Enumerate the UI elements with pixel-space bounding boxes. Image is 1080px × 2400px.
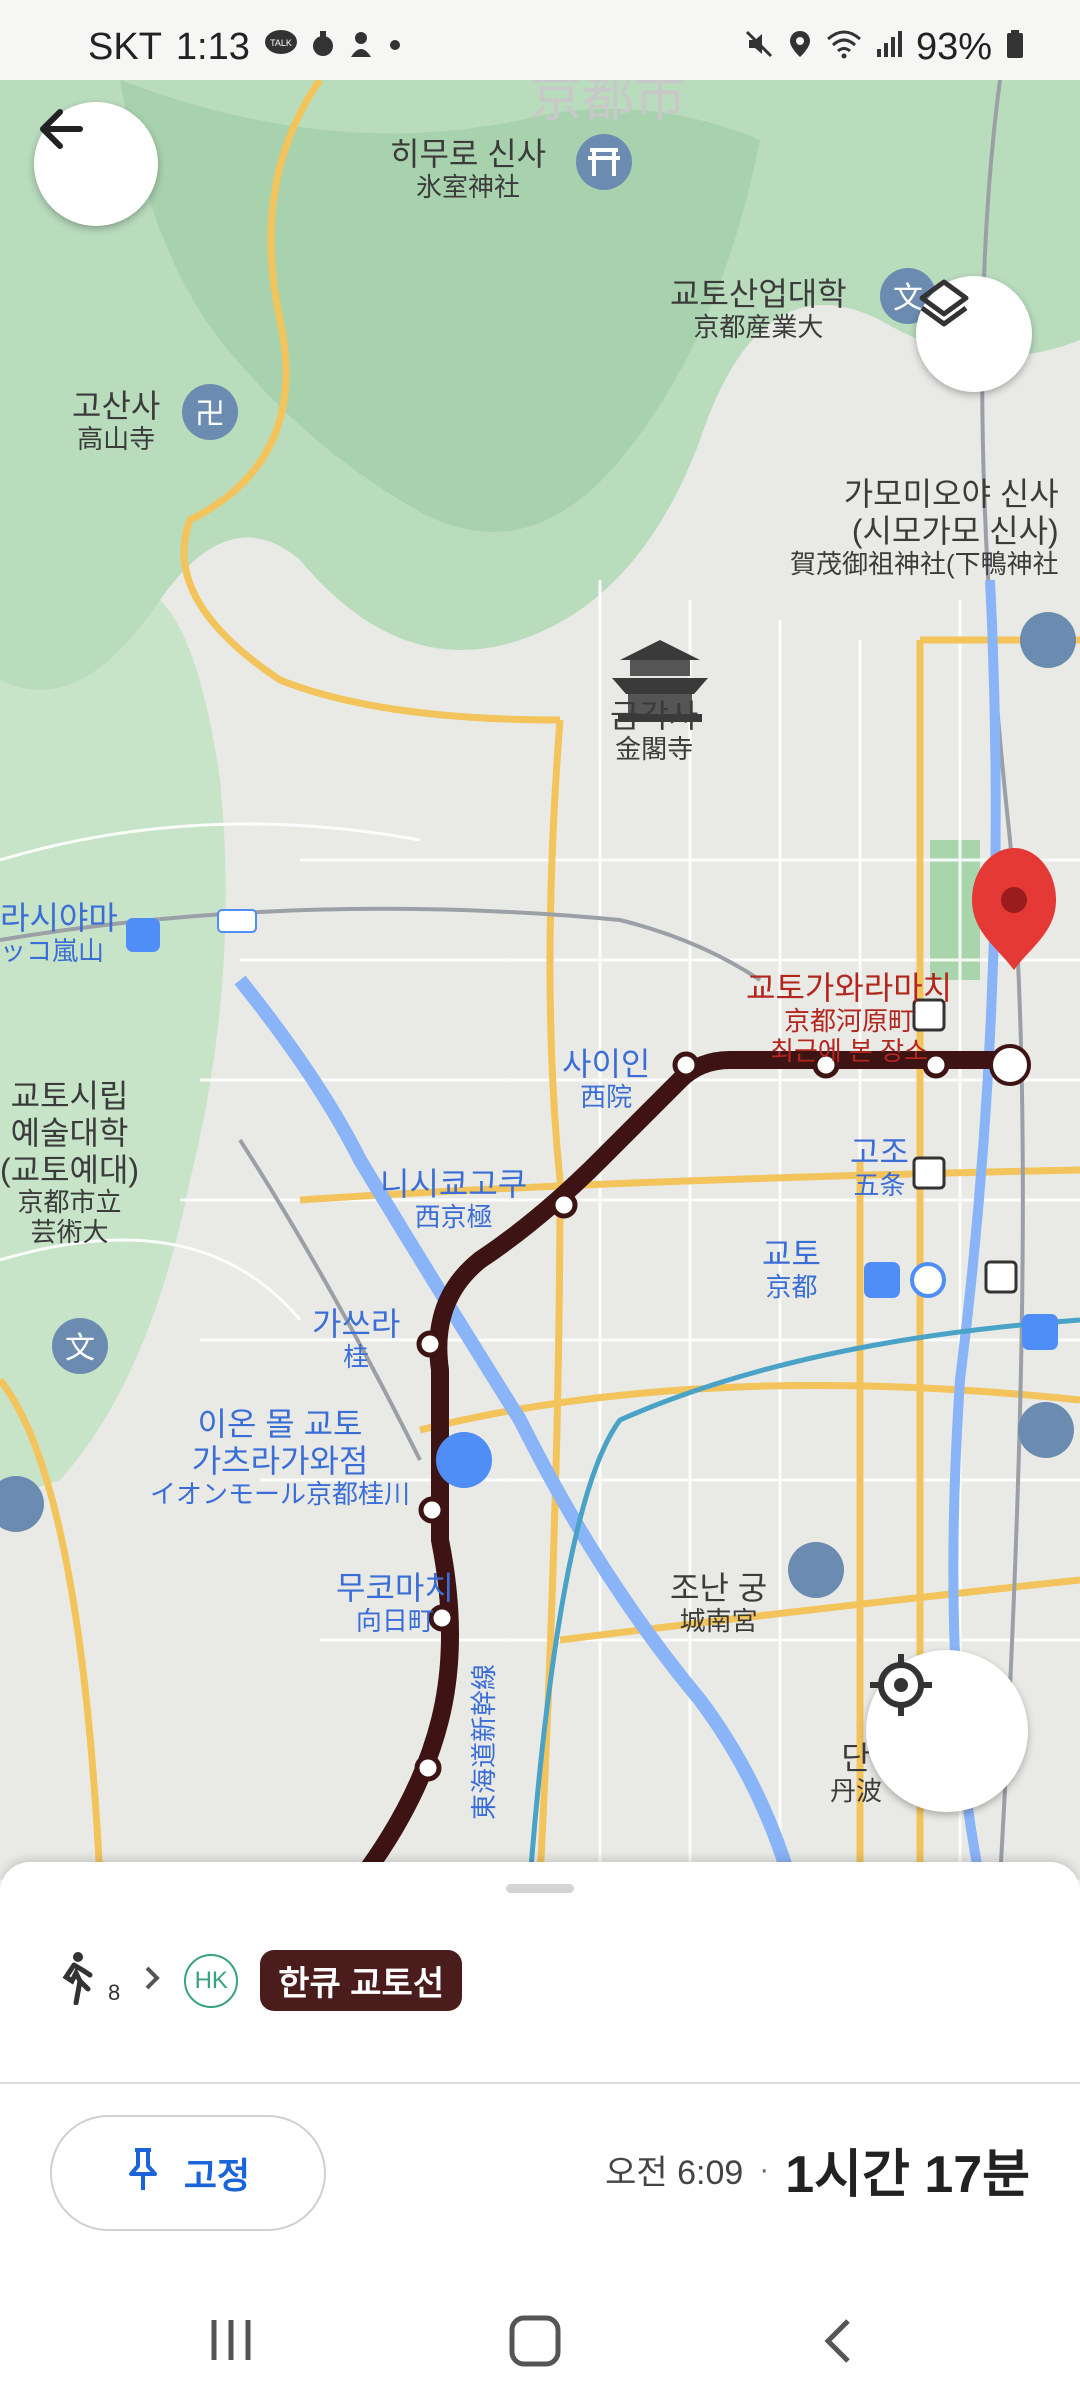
line-badge: HK bbox=[184, 1953, 239, 2008]
svg-text:TALK: TALK bbox=[270, 38, 292, 48]
destination-label[interactable]: 교토가와라마치 京都河原町 최근에 본 장소 bbox=[746, 970, 952, 1067]
status-left: SKT 1:13 TALK bbox=[88, 26, 402, 69]
battery-icon bbox=[1006, 26, 1024, 69]
rail-line-label: 東海道新幹線 bbox=[469, 1663, 499, 1820]
back-nav-button[interactable] bbox=[818, 2316, 858, 2371]
place-label[interactable]: 라시야마 ッコ嵐山 bbox=[0, 900, 118, 967]
shrine-icon bbox=[576, 134, 632, 190]
pin-label: 고정 bbox=[183, 2155, 251, 2196]
home-icon bbox=[508, 2315, 562, 2372]
place-label[interactable]: 조난 궁 城南宮 bbox=[670, 1570, 767, 1637]
station-label[interactable]: 무코마치 向日町 bbox=[336, 1570, 454, 1637]
separator: · bbox=[759, 2152, 770, 2186]
location-icon bbox=[788, 26, 812, 69]
back-chevron-icon bbox=[818, 2319, 858, 2370]
chevron-right-icon bbox=[142, 1963, 162, 1998]
status-right: 93% bbox=[744, 26, 1024, 69]
pin-button[interactable]: 고정 bbox=[50, 2115, 326, 2231]
pin-icon bbox=[126, 2146, 160, 2201]
talk-icon: TALK bbox=[264, 29, 298, 67]
svg-text:卍: 卍 bbox=[195, 397, 225, 432]
place-label[interactable]: 히무로 신사 氷室神社 bbox=[390, 136, 546, 203]
place-label[interactable]: 금각사 金閣寺 bbox=[610, 698, 698, 765]
station-label[interactable]: 교토 京都 bbox=[762, 1236, 821, 1303]
station-label[interactable]: 가쓰라 桂 bbox=[312, 1306, 400, 1373]
recents-icon bbox=[206, 2320, 256, 2368]
status-bar: SKT 1:13 TALK 93% bbox=[0, 0, 1080, 80]
recents-button[interactable] bbox=[206, 2316, 256, 2369]
route-summary[interactable]: 8 HK 한큐 교토선 bbox=[56, 1950, 463, 2011]
place-label[interactable]: 이온 몰 교토 가츠라가와점 イオンモール京都桂川 bbox=[150, 1406, 410, 1509]
drag-handle[interactable] bbox=[506, 1884, 574, 1893]
battery-label: 93% bbox=[915, 26, 992, 68]
mute-icon bbox=[744, 26, 774, 69]
place-label[interactable]: 교토산업대학 京都産業大 bbox=[670, 276, 847, 343]
map-view[interactable]: 文 卍 文 京都市 히무로 신사 氷室神社 교토산업대학 京都産業大 고산사 高… bbox=[0, 80, 1080, 1880]
map-city-label: 京都市 bbox=[530, 80, 687, 128]
layers-button[interactable] bbox=[916, 276, 1032, 392]
departure-time: 오전 6:09 bbox=[605, 2154, 744, 2192]
station-label[interactable]: 니시쿄고쿠 西京極 bbox=[380, 1166, 527, 1233]
back-button[interactable] bbox=[34, 102, 158, 226]
svg-text:文: 文 bbox=[65, 1331, 95, 1366]
wifi-icon bbox=[826, 26, 862, 69]
place-label[interactable]: 가모미오야 신사 (시모가모 신사) 賀茂御祖神社(下鴨神社 bbox=[790, 476, 1059, 579]
walk-minutes: 8 bbox=[108, 1979, 121, 2005]
home-button[interactable] bbox=[508, 2314, 562, 2373]
place-label[interactable]: 고산사 高山寺 bbox=[72, 388, 160, 455]
clock: 1:13 bbox=[175, 26, 250, 68]
divider bbox=[0, 2082, 1080, 2084]
station-label[interactable]: 고조 五条 bbox=[850, 1134, 909, 1201]
my-location-button[interactable] bbox=[866, 1650, 1028, 1812]
game-icon bbox=[348, 29, 374, 67]
notification-icon bbox=[312, 29, 334, 67]
signal-icon bbox=[876, 26, 902, 69]
dot-icon bbox=[388, 29, 402, 67]
carrier-label: SKT bbox=[88, 26, 162, 68]
trip-duration: 1시간 17분 bbox=[785, 2146, 1030, 2204]
walk-icon bbox=[56, 1951, 96, 2010]
trip-time: 오전 6:09 · 1시간 17분 bbox=[605, 2132, 1030, 2207]
station-label[interactable]: 사이인 西院 bbox=[562, 1046, 650, 1113]
system-nav-bar bbox=[0, 2280, 1080, 2400]
place-label[interactable]: 교토시립 예술대학 (교토예대) 京都市立 芸術大 bbox=[0, 1078, 139, 1248]
line-name-pill: 한큐 교토선 bbox=[260, 1950, 463, 2011]
